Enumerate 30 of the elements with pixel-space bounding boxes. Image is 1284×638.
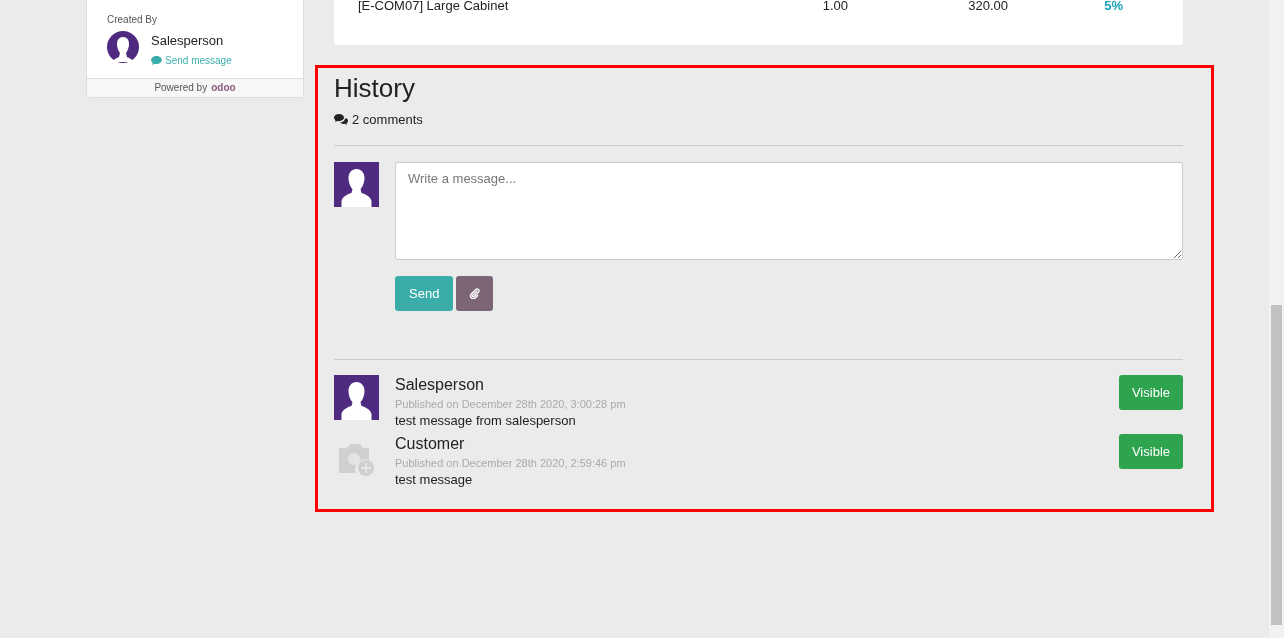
quantity-cell-text: 1.00	[821, 0, 848, 13]
avatar-icon	[334, 375, 379, 420]
avatar-icon	[334, 162, 379, 207]
send-message-link[interactable]: Send message	[151, 55, 232, 66]
visible-button[interactable]: Visible	[1118, 375, 1183, 410]
message-field[interactable]: Write a message...	[395, 162, 1183, 260]
paperclip-icon	[469, 288, 481, 299]
scrollbar-thumb[interactable]	[1271, 305, 1282, 625]
send-button[interactable]: Send	[395, 276, 454, 311]
history-title: History	[334, 72, 416, 105]
discount-cell-text: 5%	[1103, 0, 1123, 13]
price-cell-text: 320.00	[967, 0, 1008, 13]
visible-button[interactable]: Visible	[1118, 434, 1183, 469]
powered-by-text: Powered by	[154, 82, 208, 93]
message-author: Customer	[395, 434, 466, 454]
comments-count: 2 comments	[352, 112, 423, 127]
chat-bubble-icon	[151, 56, 162, 65]
message-author: Salesperson	[395, 375, 485, 395]
attach-button[interactable]	[456, 276, 494, 311]
odoo-logo: odoo	[211, 82, 236, 93]
comments-icon	[334, 114, 348, 125]
message-date: Published on December 28th 2020, 2:59:46 pm	[395, 457, 627, 469]
avatar-icon	[107, 31, 139, 63]
author-name: Salesperson	[151, 33, 225, 48]
message-text: test message	[395, 472, 474, 487]
scrollbar[interactable]	[1269, 0, 1284, 638]
message-date: Published on December 28th 2020, 3:00:28 pm	[395, 398, 627, 410]
created-by-label: Created By	[107, 14, 159, 25]
product-cell-text: [E-COM07] Large Cabinet	[358, 0, 510, 13]
message-text: test message from salesperson	[395, 413, 577, 428]
